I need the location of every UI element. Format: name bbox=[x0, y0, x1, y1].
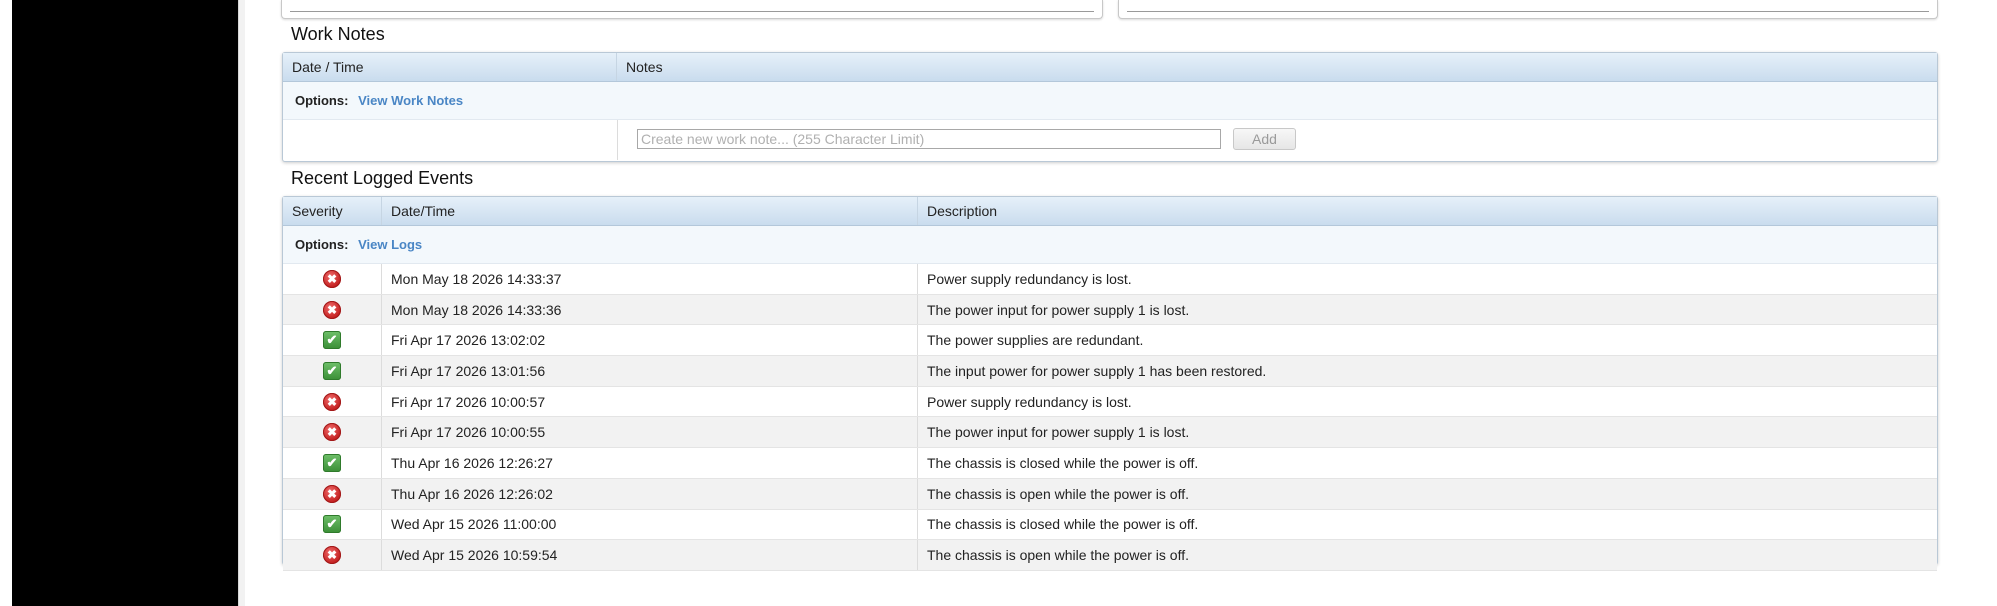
severity-cell: ✔ bbox=[283, 356, 382, 386]
date-cell: Mon May 18 2026 14:33:37 bbox=[382, 264, 918, 294]
table-row[interactable]: ✖ Mon May 18 2026 14:33:36 The power inp… bbox=[283, 294, 1937, 326]
severity-cell: ✔ bbox=[283, 448, 382, 478]
events-header: Severity Date/Time Description bbox=[283, 197, 1937, 226]
table-row[interactable]: ✔ Thu Apr 16 2026 12:26:27 The chassis i… bbox=[283, 448, 1937, 479]
table-row[interactable]: ✔ Wed Apr 15 2026 11:00:00 The chassis i… bbox=[283, 509, 1937, 541]
severity-cell: ✖ bbox=[283, 478, 382, 509]
severity-cell: ✔ bbox=[283, 509, 382, 540]
work-notes-header: Date / Time Notes bbox=[283, 53, 1937, 82]
date-cell: Fri Apr 17 2026 13:01:56 bbox=[382, 356, 918, 386]
column-header-severity[interactable]: Severity bbox=[283, 197, 382, 225]
description-cell: Power supply redundancy is lost. bbox=[927, 270, 1132, 287]
window-edge bbox=[0, 0, 12, 606]
top-right-panel bbox=[1118, 0, 1938, 19]
error-icon: ✖ bbox=[323, 423, 341, 442]
date-cell: Thu Apr 16 2026 12:26:02 bbox=[382, 478, 918, 509]
table-row[interactable]: ✔ Fri Apr 17 2026 13:02:02 The power sup… bbox=[283, 325, 1937, 357]
table-row[interactable]: ✔ Fri Apr 17 2026 13:01:56 The input pow… bbox=[283, 356, 1937, 387]
error-icon: ✖ bbox=[323, 546, 341, 565]
error-icon: ✖ bbox=[323, 269, 341, 288]
error-icon: ✖ bbox=[323, 300, 341, 319]
column-header-notes[interactable]: Notes bbox=[617, 53, 1937, 81]
events-panel: Severity Date/Time Description Options: … bbox=[282, 196, 1938, 571]
error-icon: ✖ bbox=[323, 484, 341, 503]
date-cell: Fri Apr 17 2026 13:02:02 bbox=[382, 325, 918, 356]
sidebar bbox=[12, 0, 238, 606]
ok-check-icon: ✔ bbox=[323, 515, 341, 534]
severity-cell: ✖ bbox=[283, 294, 382, 325]
ok-check-icon: ✔ bbox=[323, 361, 341, 380]
column-header-description[interactable]: Description bbox=[918, 197, 1937, 225]
severity-cell: ✖ bbox=[283, 417, 382, 448]
new-note-row: Add bbox=[283, 120, 1937, 160]
table-row[interactable]: ✖ Fri Apr 17 2026 10:00:55 The power inp… bbox=[283, 417, 1937, 449]
description-cell: The chassis is open while the power is o… bbox=[927, 485, 1189, 502]
table-row[interactable]: ✖ Thu Apr 16 2026 12:26:02 The chassis i… bbox=[283, 478, 1937, 510]
ok-check-icon: ✔ bbox=[323, 453, 341, 472]
date-cell: Fri Apr 17 2026 10:00:55 bbox=[382, 417, 918, 448]
date-cell: Fri Apr 17 2026 10:00:57 bbox=[382, 386, 918, 417]
view-work-notes-link[interactable]: View Work Notes bbox=[358, 93, 463, 108]
top-left-panel bbox=[281, 0, 1103, 19]
description-cell: Power supply redundancy is lost. bbox=[927, 393, 1132, 410]
description-cell: The chassis is closed while the power is… bbox=[927, 516, 1199, 533]
description-cell: The power input for power supply 1 is lo… bbox=[927, 301, 1190, 318]
add-note-button[interactable]: Add bbox=[1233, 128, 1296, 150]
error-icon: ✖ bbox=[323, 392, 341, 411]
table-row[interactable]: ✖ Fri Apr 17 2026 10:00:57 Power supply … bbox=[283, 386, 1937, 418]
table-row[interactable]: ✖ Mon May 18 2026 14:33:37 Power supply … bbox=[283, 264, 1937, 295]
description-cell: The chassis is open while the power is o… bbox=[927, 547, 1189, 564]
ok-check-icon: ✔ bbox=[323, 331, 341, 350]
options-label: Options: bbox=[295, 93, 349, 108]
view-logs-link[interactable]: View Logs bbox=[358, 237, 422, 252]
work-notes-panel: Date / Time Notes Options: View Work Not… bbox=[282, 52, 1938, 162]
severity-cell: ✖ bbox=[283, 386, 382, 417]
severity-cell: ✔ bbox=[283, 325, 382, 356]
table-row[interactable]: ✖ Wed Apr 15 2026 10:59:54 The chassis i… bbox=[283, 540, 1937, 571]
events-options: Options: View Logs bbox=[283, 226, 1937, 264]
description-cell: The chassis is closed while the power is… bbox=[927, 454, 1199, 471]
column-header-date-time[interactable]: Date / Time bbox=[283, 53, 617, 81]
severity-cell: ✖ bbox=[283, 264, 382, 294]
work-note-input[interactable] bbox=[637, 129, 1221, 149]
date-cell: Mon May 18 2026 14:33:36 bbox=[382, 294, 918, 325]
date-cell: Thu Apr 16 2026 12:26:27 bbox=[382, 448, 918, 478]
description-cell: The power supplies are redundant. bbox=[927, 332, 1144, 349]
description-cell: The input power for power supply 1 has b… bbox=[927, 362, 1267, 379]
work-notes-title: Work Notes bbox=[291, 24, 385, 44]
column-header-date-time[interactable]: Date/Time bbox=[382, 197, 918, 225]
work-notes-options: Options: View Work Notes bbox=[283, 82, 1937, 120]
date-cell: Wed Apr 15 2026 11:00:00 bbox=[382, 509, 918, 540]
recent-events-title: Recent Logged Events bbox=[291, 168, 474, 188]
options-label: Options: bbox=[295, 237, 349, 252]
events-table-body: ✖ Mon May 18 2026 14:33:37 Power supply … bbox=[283, 264, 1937, 571]
date-cell: Wed Apr 15 2026 10:59:54 bbox=[382, 540, 918, 570]
description-cell: The power input for power supply 1 is lo… bbox=[927, 424, 1190, 441]
sidebar-divider bbox=[238, 0, 245, 606]
severity-cell: ✖ bbox=[283, 540, 382, 570]
